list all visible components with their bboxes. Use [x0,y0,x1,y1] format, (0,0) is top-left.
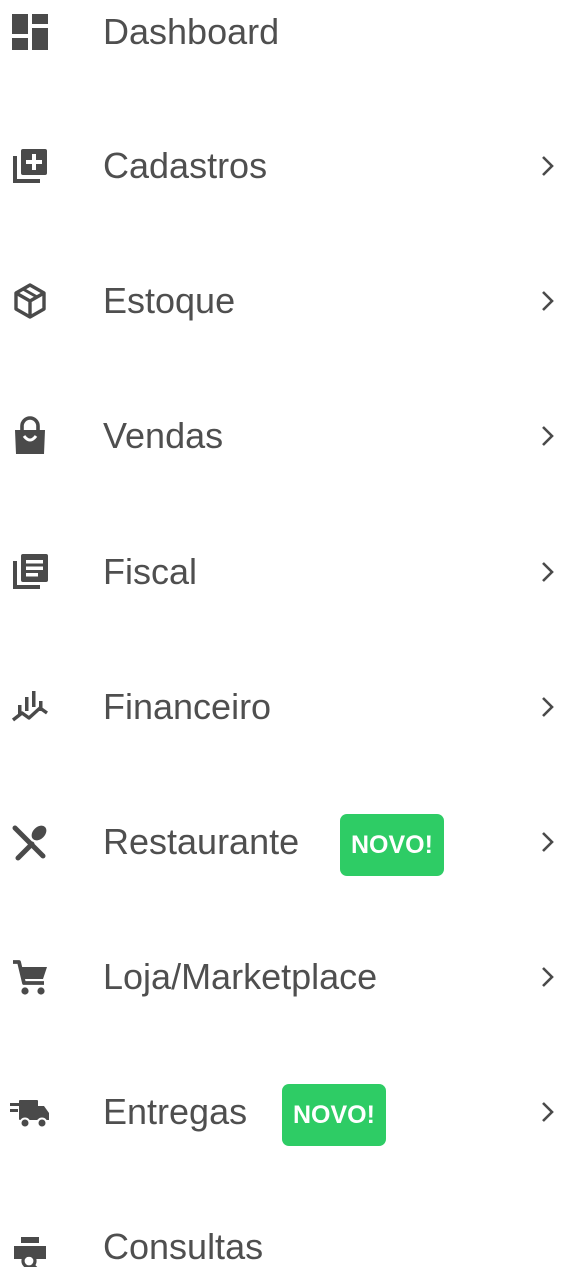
new-badge: NOVO! [340,814,444,876]
sidebar-menu: Dashboard Cadastros Estoque Vendas Fisca… [0,0,564,1267]
sidebar-item-label: Estoque [103,280,236,321]
chevron-right-icon [540,558,556,586]
box-icon [10,281,50,321]
new-badge: NOVO! [282,1084,386,1146]
sidebar-item-consultas[interactable]: Consultas [0,1207,564,1287]
sidebar-item-cadastros[interactable]: Cadastros [0,126,564,206]
sidebar-item-label: Vendas [103,415,224,456]
sidebar-item-dashboard[interactable]: Dashboard [0,0,564,72]
chevron-right-icon [540,422,556,450]
sidebar-item-vendas[interactable]: Vendas [0,396,564,476]
documents-icon [10,552,50,592]
chevron-right-icon [540,693,556,721]
search-register-icon [10,1227,50,1267]
chevron-right-icon [540,963,556,991]
sidebar-item-label: Restaurante [103,821,300,862]
sidebar-item-entregas[interactable]: Entregas NOVO! [0,1072,564,1152]
sidebar-item-restaurante[interactable]: Restaurante NOVO! [0,802,564,882]
add-box-icon [10,146,50,186]
sidebar-item-label: Entregas [103,1091,248,1132]
sidebar-item-label: Fiscal [103,551,198,592]
sidebar-item-label: Dashboard [103,11,280,52]
sidebar-item-fiscal[interactable]: Fiscal [0,532,564,612]
chevron-right-icon [540,828,556,856]
sidebar-item-label: Consultas [103,1226,264,1267]
sidebar-item-financeiro[interactable]: Financeiro [0,667,564,747]
delivery-truck-icon [10,1092,50,1132]
sidebar-item-label: Loja/Marketplace [103,956,378,997]
restaurant-icon [10,822,50,862]
dashboard-icon [10,12,50,52]
sidebar-item-label: Financeiro [103,686,272,727]
chevron-right-icon [540,152,556,180]
chevron-right-icon [540,1098,556,1126]
chevron-right-icon [540,287,556,315]
finance-chart-icon [10,687,50,727]
sidebar-item-estoque[interactable]: Estoque [0,261,564,341]
cart-icon [10,957,50,997]
sidebar-item-loja-marketplace[interactable]: Loja/Marketplace [0,937,564,1017]
sidebar-item-label: Cadastros [103,145,268,186]
shopping-bag-icon [10,416,50,456]
